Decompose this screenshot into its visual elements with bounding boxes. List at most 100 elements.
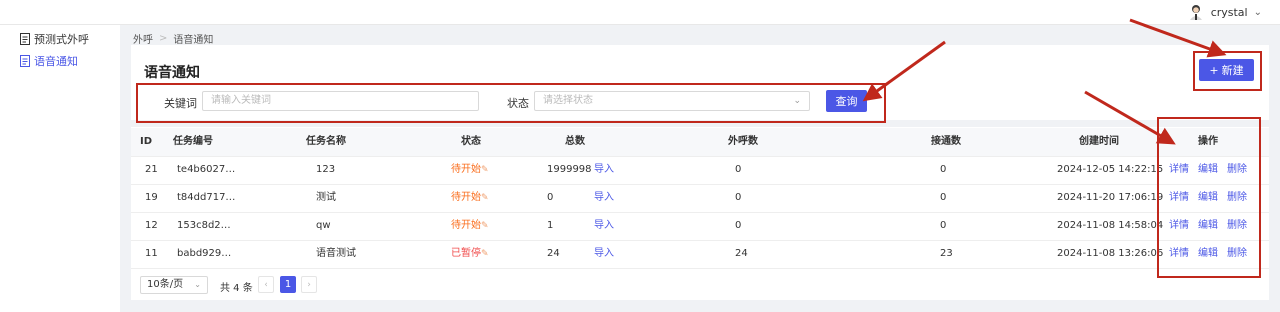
cell-total: 1 [547,220,554,231]
cell-task-code: te4b6027… [177,164,236,175]
cell-task-name: 测试 [316,192,336,203]
top-bar: crystal ⌄ [0,0,1280,25]
user-name: crystal [1210,5,1248,19]
cell-total: 24 [547,248,560,259]
avatar [1186,3,1205,21]
chevron-down-icon: ⌄ [194,280,201,289]
edit-link[interactable]: 编辑 [1198,156,1218,184]
delete-link[interactable]: 删除 [1227,240,1247,268]
table-header: ID 任务编号 任务名称 状态 总数 外呼数 接通数 创建时间 操作 [131,128,1269,157]
cell-created: 2024-11-20 17:06:19 [1057,192,1164,203]
new-button[interactable]: + 新建 [1199,59,1254,81]
breadcrumb-separator: > [159,33,168,44]
details-link[interactable]: 详情 [1169,240,1189,268]
chevron-left-icon: ‹ [264,279,268,290]
cell-id: 19 [145,192,158,203]
cell-task-code: 153c8d2… [177,220,231,231]
page-size-select[interactable]: 10条/页 ⌄ [140,276,208,294]
new-button-label: 新建 [1221,64,1244,77]
cell-status: 待开始 [451,220,481,231]
keyword-label: 关键词 [164,97,197,110]
cell-task-name: 语音测试 [316,248,356,259]
edit-link[interactable]: 编辑 [1198,212,1218,240]
cell-called: 0 [735,220,742,231]
plus-icon: + [1209,63,1219,77]
delete-link[interactable]: 删除 [1227,156,1247,184]
total-count: 共 4 条 [220,283,253,294]
delete-link[interactable]: 删除 [1227,212,1247,240]
header-created: 创建时间 [1079,136,1119,147]
edit-status-icon[interactable]: ✎ [481,156,489,184]
cell-total: 1999998 [547,164,592,175]
breadcrumb-item[interactable]: 外呼 [133,31,153,46]
cell-created: 2024-11-08 14:58:04 [1057,220,1164,231]
header-called: 外呼数 [728,136,758,147]
chevron-down-icon: ⌄ [1253,6,1262,18]
delete-link[interactable]: 删除 [1227,184,1247,212]
import-link[interactable]: 导入 [594,212,614,240]
details-link[interactable]: 详情 [1169,156,1189,184]
table-row: 11 babd929… 语音测试 已暂停 24 24 23 2024-11-08 13:26:… [131,240,1269,269]
edit-status-icon[interactable]: ✎ [481,212,489,240]
edit-status-icon[interactable]: ✎ [481,240,489,268]
document-icon [20,55,30,67]
sidebar-item-voice-notice[interactable]: 语音通知 [20,53,78,69]
prev-page-button[interactable]: ‹ [258,276,274,293]
cell-id: 21 [145,164,158,175]
import-link[interactable]: 导入 [594,184,614,212]
cell-id: 12 [145,220,158,231]
cell-created: 2024-11-08 13:26:06 [1057,248,1164,259]
import-link[interactable]: 导入 [594,240,614,268]
header-status: 状态 [461,136,481,147]
status-label: 状态 [507,97,529,110]
header-connected: 接通数 [931,136,961,147]
cell-status: 已暂停 [451,248,481,259]
document-icon [20,33,30,45]
edit-link[interactable]: 编辑 [1198,184,1218,212]
sidebar-item-label: 语音通知 [34,55,78,68]
cell-called: 0 [735,164,742,175]
status-select-placeholder: 请选择状态 [543,95,593,106]
page-size-value: 10条/页 [147,279,184,290]
page-title: 语音通知 [144,65,200,81]
keyword-input[interactable]: 请输入关键词 [202,91,479,111]
cell-task-code: babd929… [177,248,232,259]
details-link[interactable]: 详情 [1169,212,1189,240]
edit-status-icon[interactable]: ✎ [481,184,489,212]
sidebar-item-label: 预测式外呼 [34,33,89,46]
cell-called: 0 [735,192,742,203]
cell-called: 24 [735,248,748,259]
user-menu[interactable]: crystal ⌄ [1186,2,1262,22]
table-row: 12 153c8d2… qw 待开始 1 0 0 2024-11-08 14:58:04 ✎ 导入… [131,212,1269,241]
breadcrumb-item: 语音通知 [173,35,214,46]
import-link[interactable]: 导入 [594,156,614,184]
chevron-right-icon: › [307,279,311,290]
page-number-current[interactable]: 1 [280,276,296,293]
cell-total: 0 [547,192,554,203]
edit-link[interactable]: 编辑 [1198,240,1218,268]
cell-status: 待开始 [451,164,481,175]
breadcrumb: 外呼 > 语音通知 [133,31,213,46]
cell-connected: 23 [940,248,953,259]
chevron-down-icon: ⌄ [793,96,801,106]
table-row: 19 t84dd717… 测试 待开始 0 0 0 2024-11-20 17:06:19 ✎ 导… [131,184,1269,213]
next-page-button[interactable]: › [301,276,317,293]
status-select[interactable]: 请选择状态 ⌄ [534,91,810,111]
header-id: ID [140,136,153,147]
cell-connected: 0 [940,164,947,175]
cell-connected: 0 [940,192,947,203]
table-row: 21 te4b6027… 123 待开始 1999998 0 0 2024-12-05 14:… [131,156,1269,185]
header-task-name: 任务名称 [306,136,346,147]
sidebar-item-predictive-outbound[interactable]: 预测式外呼 [20,31,89,47]
cell-status: 待开始 [451,192,481,203]
header-task-code: 任务编号 [173,136,213,147]
header-actions: 操作 [1198,136,1218,147]
cell-connected: 0 [940,220,947,231]
details-link[interactable]: 详情 [1169,184,1189,212]
query-button[interactable]: 查询 [826,90,867,112]
cell-id: 11 [145,248,158,259]
cell-created: 2024-12-05 14:22:15 [1057,164,1164,175]
header-total: 总数 [565,136,585,147]
cell-task-name: 123 [316,164,336,175]
cell-task-code: t84dd717… [177,192,236,203]
